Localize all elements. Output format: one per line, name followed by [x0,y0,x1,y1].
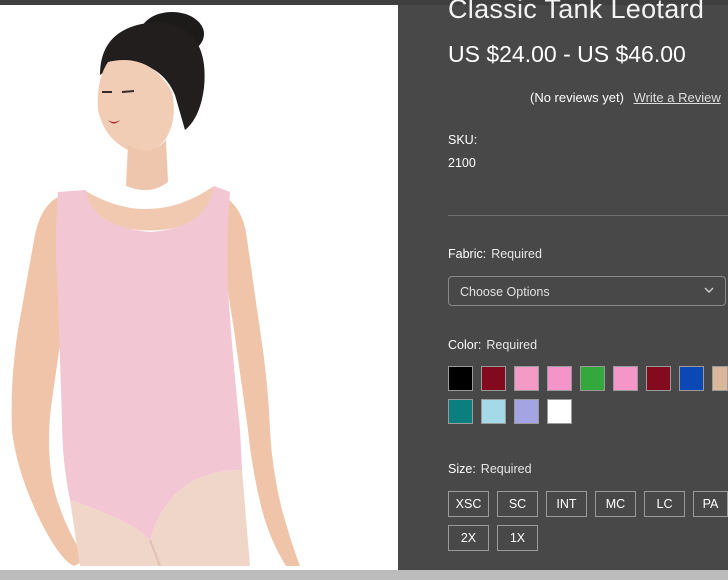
color-required: Required [486,338,538,352]
size-option-2x[interactable]: 2X [448,525,489,551]
divider [448,215,728,216]
bottom-strip [0,570,728,580]
size-option-lc[interactable]: LC [644,491,685,517]
product-image [0,5,398,570]
color-swatch[interactable] [448,366,473,391]
reviews-count: (No reviews yet) [530,90,624,105]
color-swatch[interactable] [547,366,572,391]
size-option-xsc[interactable]: XSC [448,491,489,517]
color-swatch[interactable] [580,366,605,391]
chevron-down-icon [704,287,714,293]
fabric-select-value: Choose Options [460,285,550,299]
size-label: Size: Required [448,462,532,476]
product-title: Classic Tank Leotard [448,0,705,24]
write-review-link[interactable]: Write a Review [634,90,721,105]
product-price: US $24.00 - US $46.00 [448,41,686,67]
fabric-required: Required [491,247,542,261]
color-swatch[interactable] [679,366,704,391]
sku-value: 2100 [448,156,476,170]
color-swatch[interactable] [514,366,539,391]
sku-label: SKU: [448,133,478,147]
size-option-mc[interactable]: MC [595,491,636,517]
reviews-row: (No reviews yet) Write a Review [530,90,721,105]
size-option-pa[interactable]: PA [693,491,728,517]
color-swatch[interactable] [613,366,638,391]
color-swatch[interactable] [481,399,506,424]
color-swatch[interactable] [646,366,671,391]
color-label: Color: Required [448,338,537,352]
fabric-label-text: Fabric: [448,247,487,261]
product-details: Classic Tank Leotard US $24.00 - US $46.… [448,0,728,570]
size-option-sc[interactable]: SC [497,491,538,517]
color-swatch[interactable] [448,399,473,424]
size-option-int[interactable]: INT [546,491,587,517]
color-swatch[interactable] [514,399,539,424]
size-required: Required [480,462,532,476]
fabric-label: Fabric: Required [448,247,542,261]
size-option-1x[interactable]: 1X [497,525,538,551]
color-swatch[interactable] [547,399,572,424]
color-label-text: Color: [448,338,482,352]
fabric-select[interactable]: Choose Options [448,276,726,306]
size-label-text: Size: [448,462,476,476]
color-swatch[interactable] [481,366,506,391]
color-swatch[interactable] [712,366,728,391]
